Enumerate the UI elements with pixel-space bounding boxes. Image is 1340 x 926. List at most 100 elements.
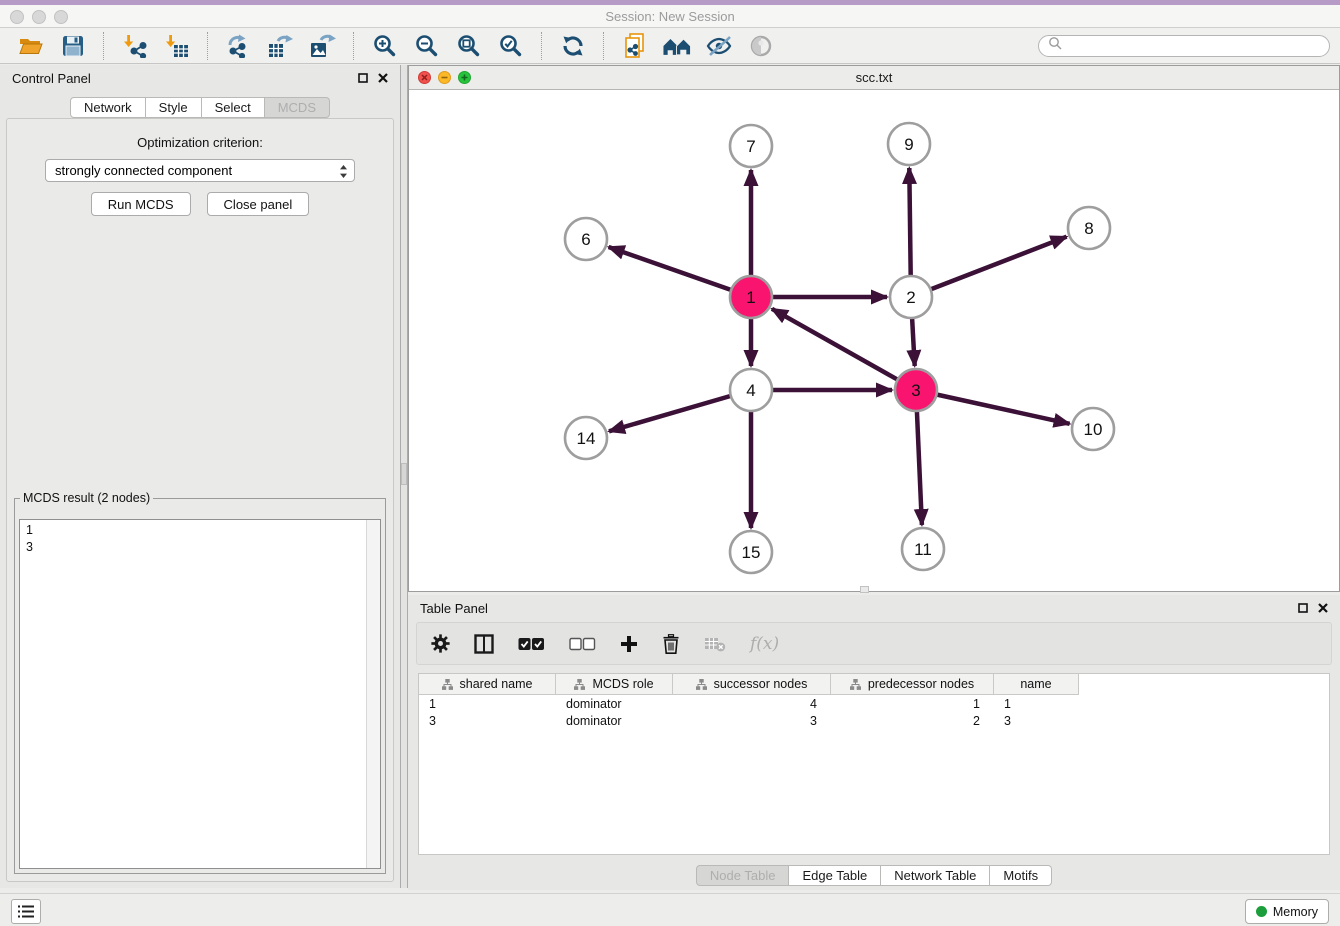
table-settings-icon[interactable] — [431, 634, 450, 653]
run-mcds-button[interactable]: Run MCDS — [91, 192, 191, 216]
import-network-icon[interactable] — [121, 32, 149, 60]
import-table-icon[interactable] — [163, 32, 191, 60]
table-cell[interactable]: dominator — [556, 714, 673, 728]
graph-node-3[interactable]: 3 — [895, 369, 937, 411]
refresh-view-icon[interactable] — [559, 32, 587, 60]
graph-node-7[interactable]: 7 — [730, 125, 772, 167]
graph-node-9[interactable]: 9 — [888, 123, 930, 165]
zoom-fit-icon[interactable] — [455, 32, 483, 60]
graph-node-14[interactable]: 14 — [565, 417, 607, 459]
zoom-out-icon[interactable] — [413, 32, 441, 60]
table-cell[interactable]: 3 — [673, 714, 831, 728]
graph-edge-3-1[interactable] — [772, 309, 898, 380]
task-history-button[interactable] — [11, 899, 41, 924]
graph-edge-4-14[interactable] — [609, 396, 731, 431]
tab-network-table[interactable]: Network Table — [881, 865, 990, 886]
network-canvas[interactable]: 7 9 6 8 1 2 4 3 14 10 15 11 — [409, 89, 1339, 591]
mcds-result-box: MCDS result (2 nodes) 13 — [14, 491, 386, 874]
table-cell[interactable]: 4 — [673, 697, 831, 711]
close-panel-icon[interactable] — [1318, 603, 1328, 613]
save-session-icon[interactable] — [59, 32, 87, 60]
window-resize-grip[interactable] — [860, 586, 869, 593]
network-maximize-button[interactable] — [458, 71, 471, 84]
table-cell[interactable]: 3 — [994, 714, 1079, 728]
deselect-all-icon[interactable] — [569, 637, 596, 651]
first-neighbors-icon[interactable] — [663, 32, 691, 60]
column-header-predecessor-nodes[interactable]: predecessor nodes — [831, 674, 994, 695]
table-cell[interactable]: 1 — [994, 697, 1079, 711]
column-header-label: name — [1020, 677, 1051, 691]
tab-node-table[interactable]: Node Table — [696, 865, 790, 886]
float-panel-icon[interactable] — [1298, 603, 1308, 613]
select-all-icon[interactable] — [518, 637, 545, 651]
column-selector-icon[interactable] — [474, 634, 494, 654]
panel-splitter[interactable] — [400, 65, 408, 888]
network-minimize-button[interactable] — [438, 71, 451, 84]
mcds-result-textarea[interactable]: 13 — [19, 519, 381, 869]
table-cell[interactable]: 3 — [419, 714, 556, 728]
hierarchy-icon — [850, 679, 861, 690]
graph-edge-2-8[interactable] — [931, 237, 1067, 290]
delete-row-icon[interactable] — [662, 634, 680, 654]
graph-edge-2-9[interactable] — [909, 168, 910, 276]
tab-edge-table[interactable]: Edge Table — [789, 865, 881, 886]
search-input[interactable] — [1062, 38, 1329, 54]
table-cell[interactable]: 1 — [831, 697, 994, 711]
show-all-icon[interactable] — [747, 32, 775, 60]
tab-motifs[interactable]: Motifs — [990, 865, 1052, 886]
tab-select[interactable]: Select — [202, 97, 265, 118]
float-panel-icon[interactable] — [358, 73, 368, 83]
table-toolbar: f(x) — [416, 622, 1332, 665]
memory-button[interactable]: Memory — [1245, 899, 1329, 924]
network-window-titlebar[interactable]: scc.txt — [409, 66, 1339, 90]
graph-node-4[interactable]: 4 — [730, 369, 772, 411]
graph-node-label: 6 — [581, 230, 590, 249]
tab-network[interactable]: Network — [70, 97, 146, 118]
close-panel-icon[interactable] — [378, 73, 388, 83]
table-cell[interactable]: 2 — [831, 714, 994, 728]
export-network-icon[interactable] — [225, 32, 253, 60]
export-table-icon[interactable] — [267, 32, 295, 60]
graph-node-label: 7 — [746, 137, 755, 156]
graph-node-2[interactable]: 2 — [890, 276, 932, 318]
graph-edge-1-6[interactable] — [609, 247, 732, 290]
zoom-in-icon[interactable] — [371, 32, 399, 60]
table-row[interactable]: 1dominator411 — [419, 695, 1329, 712]
graph-edge-3-10[interactable] — [937, 395, 1070, 424]
table-panel-tabs: Node TableEdge TableNetwork TableMotifs — [408, 865, 1340, 886]
graph-node-11[interactable]: 11 — [902, 528, 944, 570]
tab-style[interactable]: Style — [146, 97, 202, 118]
splitter-handle[interactable] — [401, 463, 407, 485]
toolbar-separator — [207, 32, 209, 60]
graph-edge-3-11[interactable] — [917, 411, 922, 525]
graph-node-8[interactable]: 8 — [1068, 207, 1110, 249]
optimization-criterion-select[interactable]: strongly connected component — [45, 159, 355, 182]
table-cell[interactable]: 1 — [419, 697, 556, 711]
column-header-name[interactable]: name — [994, 674, 1079, 695]
graph-node-1[interactable]: 1 — [730, 276, 772, 318]
column-header-MCDS-role[interactable]: MCDS role — [556, 674, 673, 695]
close-panel-button[interactable]: Close panel — [207, 192, 310, 216]
graph-node-10[interactable]: 10 — [1072, 408, 1114, 450]
tab-mcds[interactable]: MCDS — [265, 97, 330, 118]
table-cell[interactable]: dominator — [556, 697, 673, 711]
graph-node-15[interactable]: 15 — [730, 531, 772, 573]
open-session-icon[interactable] — [17, 32, 45, 60]
hide-selected-icon[interactable] — [705, 32, 733, 60]
dropdown-stepper-icon — [339, 164, 348, 182]
column-header-successor-nodes[interactable]: successor nodes — [673, 674, 831, 695]
add-row-icon[interactable] — [620, 635, 638, 653]
clone-network-icon[interactable] — [621, 32, 649, 60]
export-image-icon[interactable] — [309, 32, 337, 60]
column-header-shared-name[interactable]: shared name — [419, 674, 556, 695]
search-box[interactable] — [1038, 35, 1330, 57]
result-scrollbar[interactable] — [366, 520, 380, 868]
zoom-selected-icon[interactable] — [497, 32, 525, 60]
graph-edge-2-3[interactable] — [912, 318, 915, 366]
graph-node-6[interactable]: 6 — [565, 218, 607, 260]
network-close-button[interactable] — [418, 71, 431, 84]
control-panel-title: Control Panel — [12, 71, 91, 86]
graph-node-label: 4 — [746, 381, 755, 400]
table-panel: Table Panel f(x) shared nameMCDS rolesuc… — [408, 595, 1340, 890]
table-row[interactable]: 3dominator323 — [419, 712, 1329, 729]
